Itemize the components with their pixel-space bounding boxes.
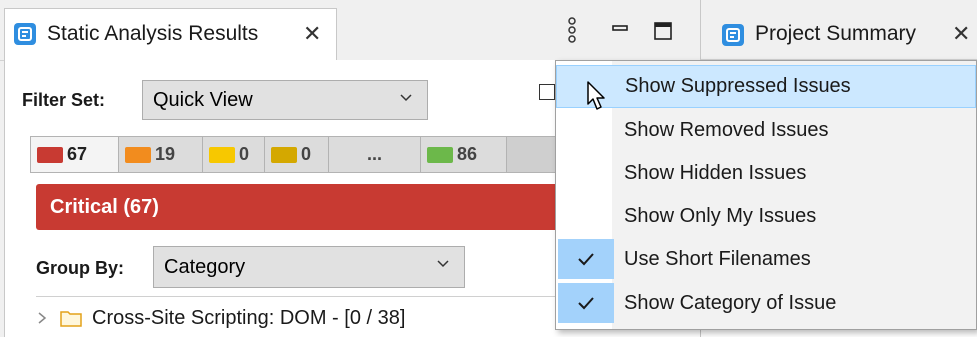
priority-count: 86 [457, 144, 478, 164]
tab-title: Static Analysis Results [47, 22, 259, 45]
close-icon[interactable]: ✕ [303, 23, 321, 45]
menu-item-show-only-mine[interactable]: Show Only My Issues [556, 195, 976, 238]
priority-tab-low[interactable]: 0 [265, 137, 329, 172]
menu-item-short-filenames[interactable]: Use Short Filenames [556, 238, 976, 281]
folder-icon [60, 311, 82, 327]
checkmark-icon [558, 239, 614, 279]
view-menu-dropdown: Show Suppressed Issues Show Removed Issu… [555, 60, 977, 330]
view-icon [14, 23, 36, 45]
priority-count: 19 [155, 144, 176, 164]
priority-count: 0 [301, 144, 312, 164]
tab-static-analysis-results[interactable]: Static Analysis Results ✕ [4, 8, 337, 60]
divider [36, 296, 556, 297]
menu-item-show-removed[interactable]: Show Removed Issues [556, 109, 976, 152]
menu-item-label: Show Suppressed Issues [625, 75, 851, 97]
priority-count: 0 [239, 144, 250, 164]
filter-set-value: Quick View [153, 88, 253, 111]
filter-checkbox[interactable] [539, 84, 555, 100]
low-swatch [271, 146, 297, 163]
menu-item-label: Show Removed Issues [624, 119, 829, 141]
checkmark-icon [558, 283, 614, 323]
menu-item-label: Show Hidden Issues [624, 162, 807, 184]
filter-set-label: Filter Set: [22, 90, 106, 110]
menu-item-label: Show Only My Issues [624, 205, 817, 227]
tree-item-label: Cross-Site Scripting: DOM - [0 / 38] [92, 306, 406, 329]
close-icon[interactable]: ✕ [952, 23, 970, 45]
view-menu-icon[interactable] [565, 16, 579, 46]
filter-set-combo[interactable]: Quick View [142, 80, 428, 120]
menu-item-label: Show Category of Issue [624, 292, 837, 314]
expand-arrow-icon[interactable] [36, 310, 48, 326]
minimize-icon[interactable] [612, 22, 628, 38]
group-by-label: Group By: [36, 258, 124, 278]
group-by-combo[interactable]: Category [153, 246, 465, 288]
priority-tab-all[interactable]: 86 [421, 137, 507, 172]
mouse-pointer-icon [586, 80, 608, 112]
menu-item-label: Use Short Filenames [624, 248, 811, 270]
menu-item-show-category[interactable]: Show Category of Issue [556, 282, 976, 325]
priority-tab-more[interactable]: ... [329, 137, 421, 172]
view-icon [722, 24, 744, 46]
chevron-down-icon [400, 94, 412, 102]
critical-label: Critical (67) [50, 195, 159, 218]
tree-item-category[interactable]: Cross-Site Scripting: DOM - [0 / 38] [36, 302, 405, 334]
group-by-value: Category [164, 255, 246, 278]
priority-count: 67 [67, 144, 88, 164]
medium-swatch [209, 146, 235, 163]
priority-tab-high[interactable]: 19 [119, 137, 203, 172]
high-swatch [125, 146, 151, 163]
priority-tab-critical[interactable]: 67 [31, 137, 119, 172]
critical-header: Critical (67) [36, 184, 556, 230]
menu-item-show-hidden[interactable]: Show Hidden Issues [556, 152, 976, 195]
all-swatch [427, 146, 453, 163]
maximize-icon[interactable] [654, 22, 672, 40]
chevron-down-icon [437, 260, 449, 268]
tab-project-summary[interactable]: Project Summary [755, 22, 916, 46]
priority-count: ... [366, 144, 382, 164]
critical-swatch [37, 146, 63, 163]
priority-tabs: 67 19 0 0 ... 86 [30, 136, 556, 173]
menu-item-show-suppressed[interactable]: Show Suppressed Issues [556, 65, 976, 108]
priority-tab-medium[interactable]: 0 [203, 137, 265, 172]
